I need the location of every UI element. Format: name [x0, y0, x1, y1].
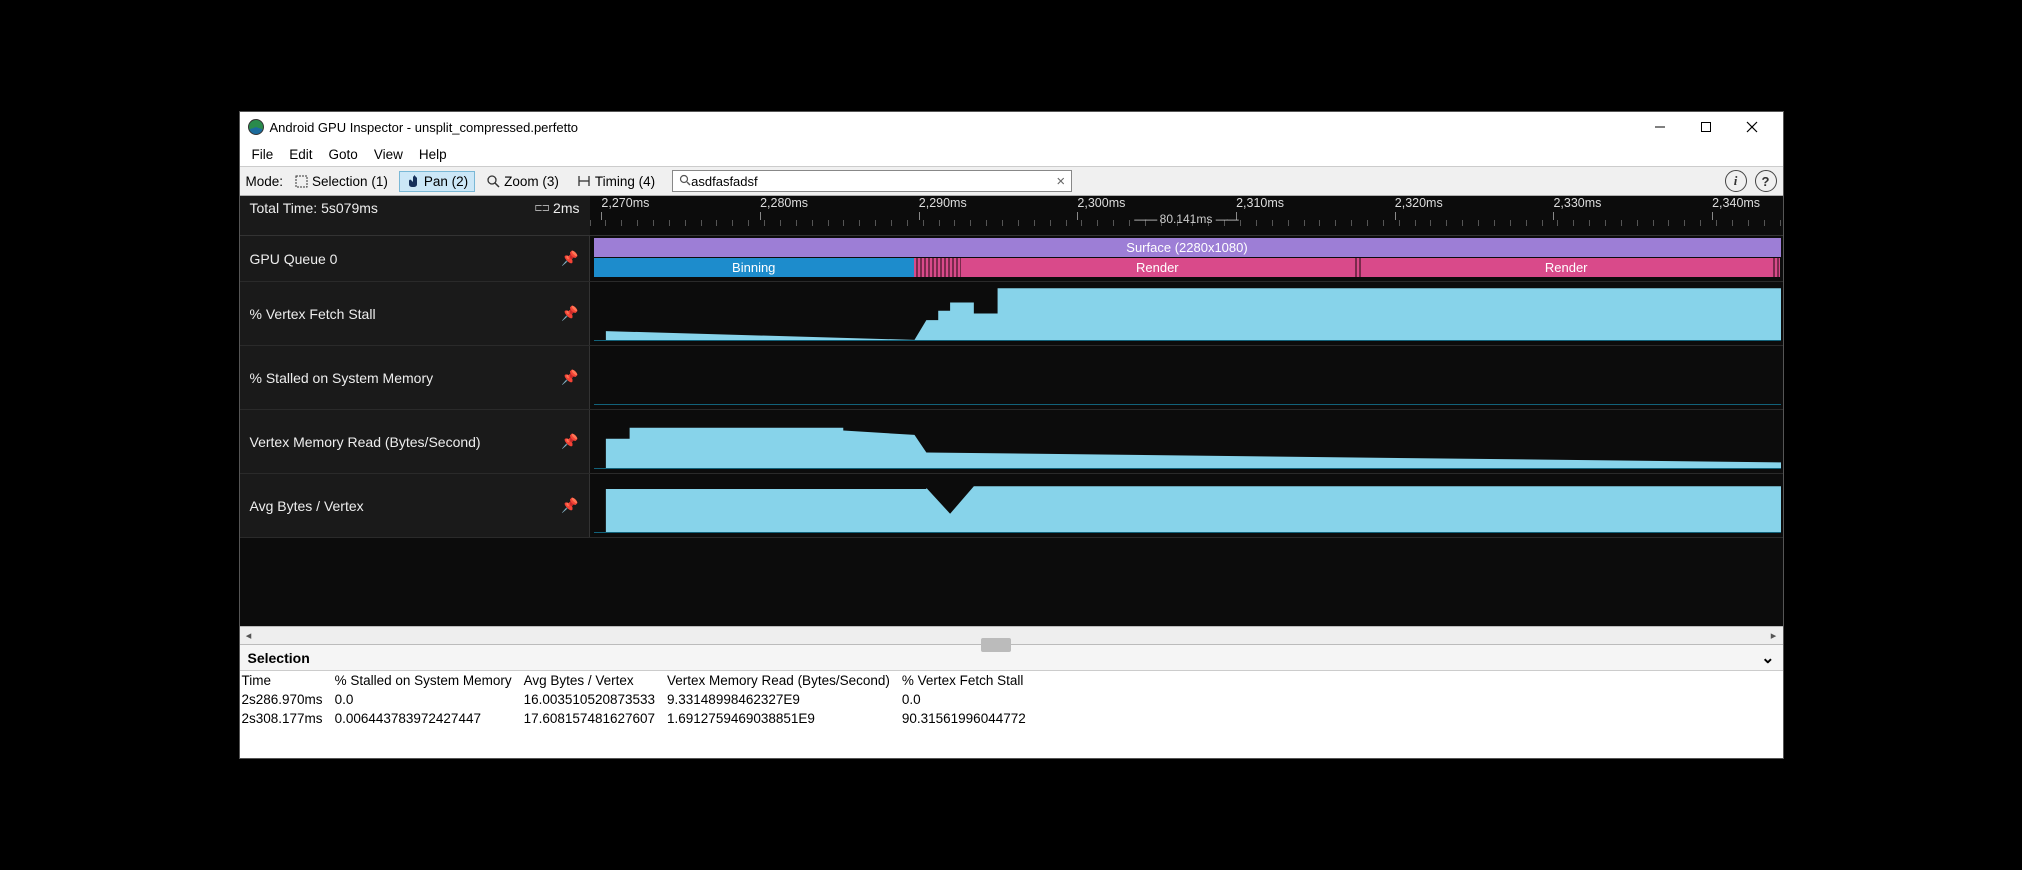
toolbar: Mode: Selection (1) Pan (2) Zoom (3) Tim…: [240, 166, 1783, 196]
menu-file[interactable]: File: [244, 145, 282, 164]
gpu-segment[interactable]: Render: [961, 258, 1353, 277]
selection-header[interactable]: Selection ⌄: [240, 645, 1783, 671]
gpu-segment[interactable]: [1771, 258, 1780, 277]
track-avg-bytes-vertex[interactable]: Avg Bytes / Vertex 📌: [240, 474, 1783, 538]
table-row[interactable]: 2s286.970ms0.016.0035105208735339.331489…: [240, 690, 1036, 709]
app-window: Android GPU Inspector - unsplit_compress…: [239, 111, 1784, 759]
search-icon: [679, 174, 691, 189]
menu-bar: File Edit Goto View Help: [240, 142, 1783, 166]
clear-search-icon[interactable]: ×: [1056, 173, 1065, 190]
maximize-button[interactable]: [1683, 113, 1729, 141]
tick: 2,290ms: [919, 196, 967, 210]
column-header[interactable]: % Stalled on System Memory: [333, 671, 522, 690]
menu-help[interactable]: Help: [411, 145, 455, 164]
mode-zoom[interactable]: Zoom (3): [479, 171, 566, 192]
gpu-segment[interactable]: [1353, 258, 1361, 277]
search-input[interactable]: [691, 174, 1056, 189]
menu-goto[interactable]: Goto: [321, 145, 366, 164]
zoom-icon: [486, 174, 500, 188]
pin-icon[interactable]: 📌: [561, 433, 578, 450]
pin-icon[interactable]: 📌: [561, 497, 578, 514]
tick: 2,300ms: [1077, 196, 1125, 210]
mode-pan[interactable]: Pan (2): [399, 171, 475, 192]
column-header[interactable]: % Vertex Fetch Stall: [900, 671, 1036, 690]
chevron-down-icon[interactable]: ⌄: [1761, 648, 1774, 668]
chart-vmr[interactable]: [594, 414, 1781, 469]
selection-panel: Selection ⌄ Time% Stalled on System Memo…: [240, 644, 1783, 758]
column-header[interactable]: Avg Bytes / Vertex: [522, 671, 665, 690]
mode-timing[interactable]: Timing (4): [570, 171, 662, 192]
search-box[interactable]: ×: [672, 170, 1072, 192]
menu-edit[interactable]: Edit: [281, 145, 320, 164]
hand-icon: [406, 174, 420, 188]
ruler-ticks[interactable]: 2,270ms 2,280ms 2,290ms 2,300ms 2,310ms 2,320…: [590, 196, 1783, 235]
column-header[interactable]: Vertex Memory Read (Bytes/Second): [665, 671, 900, 690]
window-title: Android GPU Inspector - unsplit_compress…: [270, 120, 579, 135]
surface-bar[interactable]: Surface (2280x1080): [594, 238, 1781, 257]
range-marker: —— 80.141ms ——: [1134, 212, 1237, 226]
menu-view[interactable]: View: [366, 145, 411, 164]
scale-label: 2ms: [553, 200, 579, 216]
timeline-view[interactable]: Total Time: 5s079ms ⊏⊐2ms 2,270ms2,280ms…: [240, 196, 1783, 626]
track-stalled-sys-mem[interactable]: % Stalled on System Memory 📌: [240, 346, 1783, 410]
timing-icon: [577, 174, 591, 188]
chart-ssm[interactable]: [594, 350, 1781, 405]
tick: 2,320ms: [1395, 196, 1443, 210]
scroll-right-icon[interactable]: ▸: [1765, 629, 1783, 642]
track-vertex-fetch-stall[interactable]: % Vertex Fetch Stall 📌: [240, 282, 1783, 346]
track-vertex-mem-read[interactable]: Vertex Memory Read (Bytes/Second) 📌: [240, 410, 1783, 474]
pin-icon[interactable]: 📌: [561, 369, 578, 386]
tick: 2,280ms: [760, 196, 808, 210]
pin-icon[interactable]: 📌: [561, 250, 578, 267]
track-label: Avg Bytes / Vertex: [250, 498, 364, 514]
info-button[interactable]: i: [1725, 170, 1747, 192]
selection-table[interactable]: Time% Stalled on System MemoryAvg Bytes …: [240, 671, 1783, 728]
pin-icon[interactable]: 📌: [561, 305, 578, 322]
gpu-segment[interactable]: Render: [1361, 258, 1771, 277]
track-gpu-queue[interactable]: GPU Queue 0 📌 Surface (2280x1080) Binnin…: [240, 236, 1783, 282]
help-button[interactable]: ?: [1755, 170, 1777, 192]
gpu-segment[interactable]: Binning: [594, 258, 914, 277]
track-label: Vertex Memory Read (Bytes/Second): [250, 434, 481, 450]
horizontal-scrollbar[interactable]: ◂ ▸: [240, 626, 1783, 644]
track-label: GPU Queue 0: [250, 251, 338, 267]
table-row[interactable]: 2s308.177ms0.00644378397242744717.608157…: [240, 709, 1036, 728]
app-icon: [248, 119, 264, 135]
column-header[interactable]: Time: [240, 671, 333, 690]
mode-selection[interactable]: Selection (1): [287, 171, 395, 192]
mode-label: Mode:: [246, 174, 284, 189]
scroll-left-icon[interactable]: ◂: [240, 629, 258, 642]
gpu-segments[interactable]: Binning Render Render: [594, 258, 1781, 277]
selection-icon: [294, 174, 308, 188]
tick: 2,340ms: [1712, 196, 1760, 210]
chart-abv[interactable]: [594, 478, 1781, 533]
time-ruler[interactable]: Total Time: 5s079ms ⊏⊐2ms 2,270ms2,280ms…: [240, 196, 1783, 236]
title-bar[interactable]: Android GPU Inspector - unsplit_compress…: [240, 112, 1783, 142]
track-label: % Vertex Fetch Stall: [250, 306, 376, 322]
track-label: % Stalled on System Memory: [250, 370, 434, 386]
close-button[interactable]: [1729, 113, 1775, 141]
total-time-label: Total Time: 5s079ms: [250, 200, 378, 216]
tick: 2,330ms: [1553, 196, 1601, 210]
minimize-button[interactable]: [1637, 113, 1683, 141]
scroll-thumb[interactable]: [981, 638, 1011, 652]
chart-vfs[interactable]: [594, 286, 1781, 341]
gpu-segment[interactable]: [914, 258, 961, 277]
tick: 2,270ms: [601, 196, 649, 210]
tick: 2,310ms: [1236, 196, 1284, 210]
